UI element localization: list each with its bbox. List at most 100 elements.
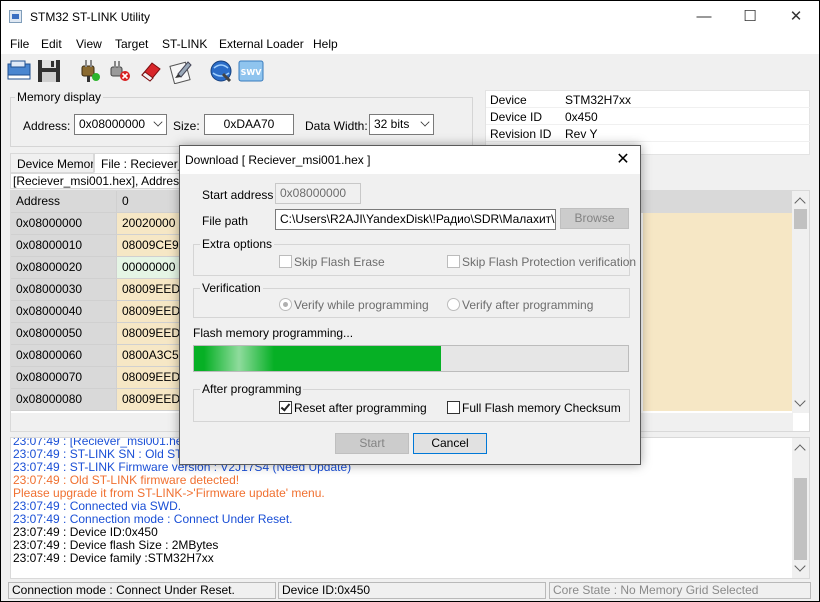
data-width-label: Data Width:	[305, 119, 368, 133]
grid-header-address[interactable]: Address	[11, 191, 117, 213]
verify-while-radio[interactable]	[279, 298, 292, 311]
minimize-button[interactable]: —	[681, 1, 727, 32]
grid-address-cell: 0x08000010	[11, 235, 117, 257]
extra-options-group: Extra options Skip Flash Erase Skip Flas…	[193, 237, 636, 276]
scroll-down-icon[interactable]	[794, 395, 806, 407]
address-range-bar: [Reciever_msi001.hex], Address range	[10, 173, 180, 189]
menu-file[interactable]: File	[10, 37, 29, 51]
grid-value-cell[interactable]: 08009EED	[117, 279, 182, 301]
maximize-button[interactable]: ☐	[727, 1, 773, 32]
checkmark-icon	[280, 401, 291, 412]
status-core: Core State : No Memory Grid Selected	[549, 582, 811, 599]
program-icon[interactable]	[168, 58, 194, 85]
size-input[interactable]: 0xDAA70	[204, 114, 294, 135]
chevron-down-icon	[153, 117, 163, 127]
dialog-title: Download [ Reciever_msi001.hex ]	[185, 153, 371, 167]
log-line: Please upgrade it from ST-LINK->'Firmwar…	[13, 486, 325, 500]
grid-address-cell: 0x08000000	[11, 213, 117, 235]
file-path-label: File path	[202, 214, 249, 228]
radio-dot	[283, 302, 288, 307]
full-checksum-label: Full Flash memory Checksum	[462, 401, 621, 415]
menu-target[interactable]: Target	[115, 37, 148, 51]
scroll-down-icon[interactable]	[794, 560, 806, 572]
verification-group: Verification Verify while programming Ve…	[193, 281, 630, 318]
close-button[interactable]: ✕	[773, 1, 819, 32]
grid-value-cell[interactable]: 08009CE9	[117, 235, 182, 257]
progress-shine	[204, 346, 274, 371]
tab-file[interactable]: File : Reciever_msi001.hex	[94, 153, 184, 173]
scroll-up-icon[interactable]	[794, 444, 806, 456]
open-icon[interactable]	[6, 58, 32, 84]
skip-flash-protection-checkbox[interactable]	[447, 255, 460, 268]
full-checksum-checkbox[interactable]	[447, 401, 460, 414]
verify-after-radio[interactable]	[447, 298, 460, 311]
browse-button[interactable]: Browse	[560, 208, 629, 229]
grid-value-area	[643, 213, 793, 411]
data-width-combo[interactable]: 32 bits	[369, 114, 434, 135]
after-programming-group: After programming Reset after programmin…	[193, 382, 630, 422]
scroll-up-icon[interactable]	[794, 197, 806, 209]
size-label: Size:	[173, 119, 200, 133]
swv-icon-label: SWV	[241, 68, 263, 77]
connect-icon[interactable]	[76, 58, 102, 84]
start-address-input[interactable]: 0x08000000	[275, 183, 361, 204]
erase-icon[interactable]	[138, 58, 164, 84]
log-line: 23:07:49 : Device ID:0x450	[13, 525, 158, 539]
data-width-value: 32 bits	[374, 117, 410, 131]
address-combo[interactable]: 0x08000000	[74, 114, 167, 135]
verify-while-label: Verify while programming	[294, 298, 429, 312]
device-info-row: Device ID 0x450	[486, 108, 811, 125]
grid-header-column[interactable]: 0	[117, 191, 182, 213]
grid-value-cell[interactable]: 20020000	[117, 213, 182, 235]
progress-fill	[194, 346, 441, 371]
menu-edit[interactable]: Edit	[41, 37, 62, 51]
grid-address-cell: 0x08000050	[11, 323, 117, 345]
device-info-value: Rev Y	[565, 127, 598, 141]
save-icon[interactable]	[36, 58, 62, 84]
menu-external-loader[interactable]: External Loader	[219, 37, 304, 51]
menu-help[interactable]: Help	[313, 37, 338, 51]
start-address-label: Start address	[202, 188, 274, 202]
grid-value-cell[interactable]: 00000000	[117, 257, 182, 279]
log-line: 23:07:49 : Old ST-LINK firmware detected…	[13, 473, 240, 487]
grid-value-cell[interactable]: 08009EED	[117, 323, 182, 345]
skip-flash-protection-label: Skip Flash Protection verification	[462, 255, 637, 269]
scroll-thumb[interactable]	[794, 478, 807, 560]
device-info-key: Device ID	[490, 110, 543, 124]
device-info-value: STM32H7xx	[565, 93, 632, 107]
swv-icon[interactable]: SWV	[238, 58, 264, 84]
grid-value-cell[interactable]: 08009EED	[117, 389, 182, 411]
main-window: STM32 ST-LINK Utility — ☐ ✕ File Edit Vi…	[1, 1, 819, 601]
dialog-close-button[interactable]: ✕	[606, 146, 640, 174]
skip-flash-erase-checkbox[interactable]	[279, 255, 292, 268]
app-icon	[9, 10, 22, 23]
verification-label: Verification	[200, 281, 263, 295]
start-button[interactable]: Start	[335, 433, 409, 454]
title-bar: STM32 ST-LINK Utility — ☐ ✕	[1, 1, 819, 32]
reset-after-checkbox[interactable]	[279, 401, 292, 414]
status-connection: Connection mode : Connect Under Reset.	[8, 582, 276, 599]
cancel-button[interactable]: Cancel	[413, 433, 487, 454]
scroll-thumb[interactable]	[794, 209, 807, 229]
grid-address-cell: 0x08000060	[11, 345, 117, 367]
window-title: STM32 ST-LINK Utility	[30, 10, 151, 24]
reset-after-label: Reset after programming	[294, 401, 427, 415]
update-firmware-icon[interactable]	[208, 58, 234, 84]
log-scrollbar[interactable]	[792, 438, 809, 578]
menu-view[interactable]: View	[76, 37, 102, 51]
tab-device-memory[interactable]: Device Memory	[10, 153, 94, 173]
log-line: 23:07:49 : Device flash Size : 2MBytes	[13, 538, 219, 552]
skip-flash-erase-label: Skip Flash Erase	[294, 255, 385, 269]
grid-value-cell[interactable]: 08009EED	[117, 301, 182, 323]
disconnect-icon[interactable]	[106, 58, 132, 84]
grid-scrollbar[interactable]	[792, 191, 809, 413]
extra-options-label: Extra options	[200, 237, 275, 251]
after-programming-label: After programming	[200, 382, 304, 396]
file-path-input[interactable]: C:\Users\R2AJI\YandexDisk\!Радио\SDR\Мал…	[275, 209, 556, 230]
menu-st-link[interactable]: ST-LINK	[162, 37, 207, 51]
grid-value-cell[interactable]: 08009EED	[117, 367, 182, 389]
grid-value-cell[interactable]: 0800A3C5	[117, 345, 182, 367]
device-info-row: Revision ID Rev Y	[486, 125, 811, 142]
progress-label: Flash memory programming...	[193, 326, 354, 340]
memory-display-label: Memory display	[15, 90, 104, 104]
